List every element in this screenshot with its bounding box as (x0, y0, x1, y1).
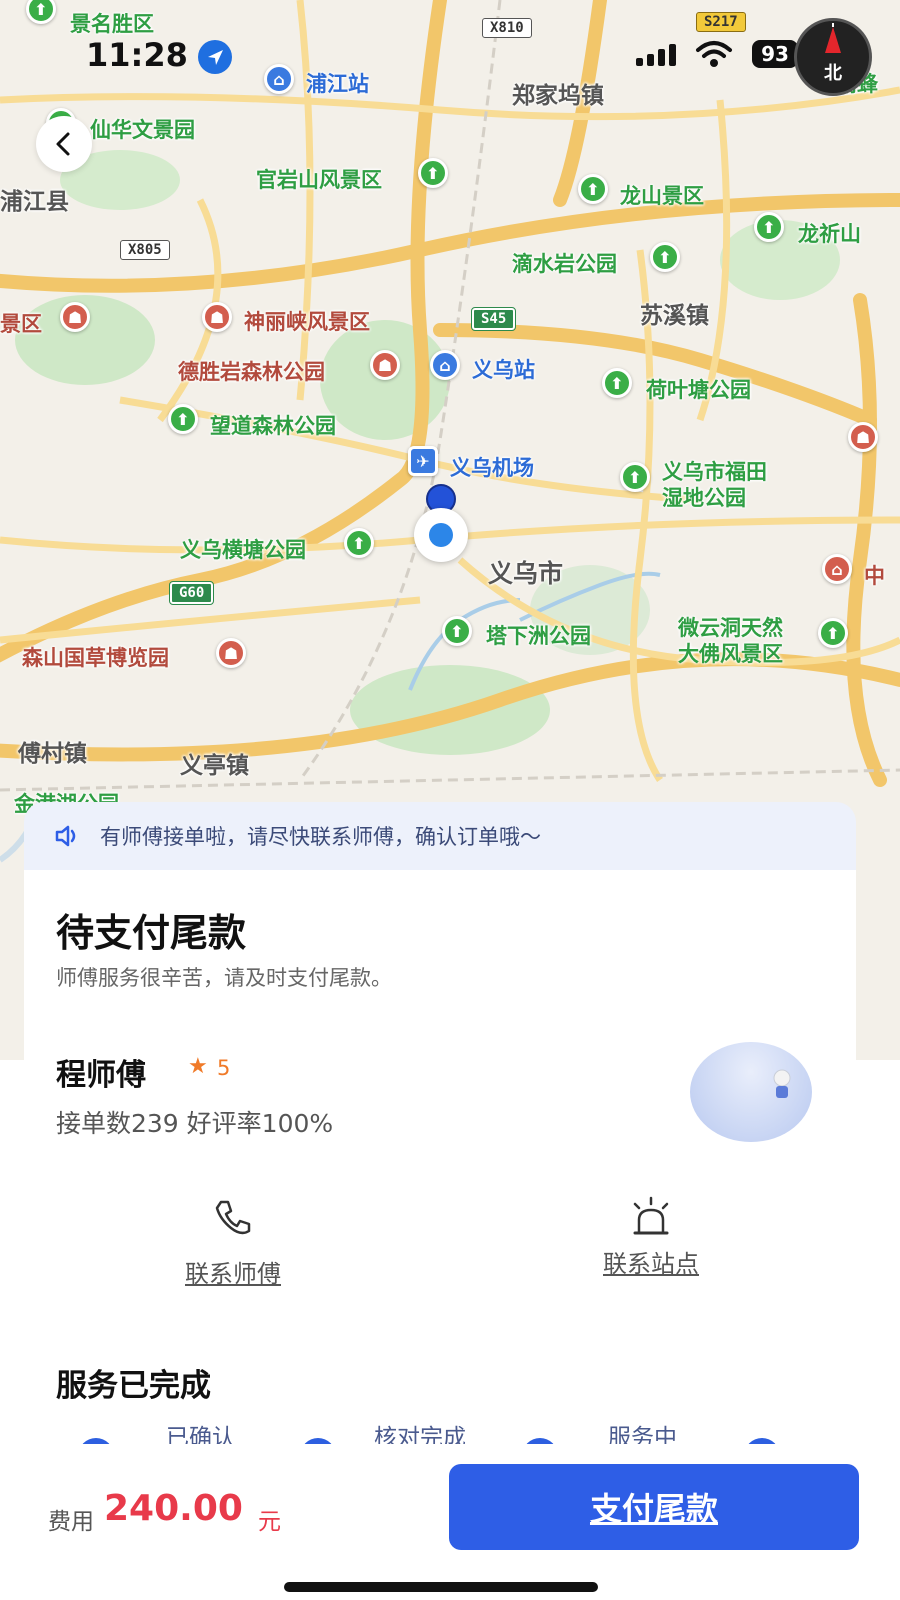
park-pin-icon: ⬆ (442, 616, 472, 646)
map-label-yiwu-station: 义乌站 (472, 358, 535, 382)
contact-station-label: 联系站点 (603, 1250, 699, 1278)
order-status-title: 待支付尾款 (56, 911, 247, 955)
map-label-weiyundong-2: 大佛风景区 (678, 642, 783, 666)
progress-title: 服务已完成 (56, 1368, 211, 1404)
driver-stats: 接单数239 好评率100% (56, 1109, 334, 1138)
scenic-pin-icon: ☗ (60, 302, 90, 332)
map-label-deshengyan: 德胜岩森林公园 (178, 360, 325, 384)
map-label-heyetang: 荷叶塘公园 (646, 378, 751, 402)
chevron-left-icon (56, 132, 70, 156)
avatar-figure-icon (773, 1069, 791, 1098)
fee-label: 费用 (48, 1509, 94, 1535)
map-label-zhengjiawu: 郑家坞镇 (512, 83, 604, 109)
map-label-pujiang-county: 浦江县 (0, 189, 69, 215)
contact-driver-button[interactable]: 联系师傅 (168, 1196, 298, 1289)
road-shield-s45: S45 (470, 307, 517, 331)
map-label-wangdao: 望道森林公园 (210, 414, 336, 438)
map-label-longqishan: 龙祈山 (798, 222, 861, 246)
speaker-icon (55, 825, 76, 847)
pay-balance-button[interactable]: 支付尾款 (449, 1464, 859, 1550)
driver-rating: 5 (217, 1056, 231, 1080)
park-pin-icon: ⬆ (578, 174, 608, 204)
driver-name: 程师傅 (56, 1058, 146, 1093)
cellular-signal-icon (636, 44, 676, 66)
map-label-yiwu-city: 义乌市 (488, 559, 564, 588)
map-label-fucun: 傅村镇 (18, 741, 87, 767)
map-label-hengtang: 义乌横塘公园 (180, 538, 306, 562)
fee-unit: 元 (258, 1509, 281, 1535)
map-label-left-scenic: 景区 (0, 312, 42, 336)
compass-north-label: 北 (824, 63, 842, 84)
fee-amount: 240.00 (104, 1488, 243, 1529)
notice-text: 有师傅接单啦，请尽快联系师傅，确认订单哦～ (100, 825, 541, 849)
battery-indicator: 93 (752, 40, 798, 68)
map-label-yiwu-airport: 义乌机场 (450, 456, 534, 480)
museum-pin-icon: ⌂ (822, 554, 852, 584)
status-time: 11:28 (86, 36, 188, 74)
map-label-longshan: 龙山景区 (620, 184, 704, 208)
notice-banner: 有师傅接单啦，请尽快联系师傅，确认订单哦～ (24, 802, 856, 870)
park-pin-icon: ⬆ (418, 158, 448, 188)
map-label-right-edge: 中 (864, 564, 885, 588)
map-label-taxiazhou: 塔下洲公园 (486, 624, 591, 648)
scenic-pin-icon: ☗ (216, 638, 246, 668)
map-label-senshan: 森山国草博览园 (22, 646, 169, 670)
map-label-futian-2: 湿地公园 (662, 486, 746, 510)
park-pin-icon: ⬆ (650, 242, 680, 272)
star-icon: ★ (188, 1054, 208, 1079)
contact-station-button[interactable]: 联系站点 (586, 1196, 716, 1279)
road-shield-s217: S217 (696, 12, 746, 32)
location-arrow-icon (198, 40, 232, 74)
park-pin-icon: ⬆ (620, 462, 650, 492)
back-button[interactable] (36, 116, 92, 172)
map-label-shenlixia: 神丽峡风景区 (244, 310, 370, 334)
status-bar: 11:28 93 (0, 30, 900, 80)
phone-icon (215, 1200, 251, 1235)
wifi-icon (696, 41, 732, 67)
avatar[interactable] (690, 1042, 812, 1142)
payment-bar: 费用 240.00 元 支付尾款 (0, 1444, 900, 1600)
map-label-guanyanshan: 官岩山风景区 (256, 168, 382, 192)
scenic-pin-icon: ☗ (848, 422, 878, 452)
map-label-xianhua: 仙华文景园 (90, 118, 195, 142)
park-pin-icon: ⬆ (754, 212, 784, 242)
road-shield-x805: X805 (120, 240, 170, 260)
map-label-yiting: 义亭镇 (180, 753, 249, 779)
order-status-card: 待支付尾款 师傅服务很辛苦，请及时支付尾款。 (24, 870, 856, 1060)
map-label-dishuiyan: 滴水岩公园 (512, 252, 617, 276)
park-pin-icon: ⬆ (168, 404, 198, 434)
order-status-subtitle: 师傅服务很辛苦，请及时支付尾款。 (56, 966, 392, 990)
alarm-light-icon (633, 1196, 669, 1235)
current-location-icon (414, 508, 468, 562)
map-label-suxi: 苏溪镇 (640, 303, 709, 329)
train-station-icon: ⌂ (430, 350, 460, 380)
compass-button[interactable]: 北 (794, 18, 872, 96)
home-indicator[interactable] (284, 1582, 598, 1592)
park-pin-icon: ⬆ (344, 528, 374, 558)
driver-info: 程师傅 ★ 5 接单数239 好评率100% (0, 1042, 900, 1180)
park-pin-icon: ⬆ (818, 618, 848, 648)
airport-icon: ✈ (408, 446, 438, 476)
road-shield-g60: G60 (168, 581, 215, 605)
scenic-pin-icon: ☗ (370, 350, 400, 380)
contact-driver-label: 联系师傅 (185, 1260, 281, 1288)
park-pin-icon: ⬆ (602, 368, 632, 398)
scenic-pin-icon: ☗ (202, 302, 232, 332)
